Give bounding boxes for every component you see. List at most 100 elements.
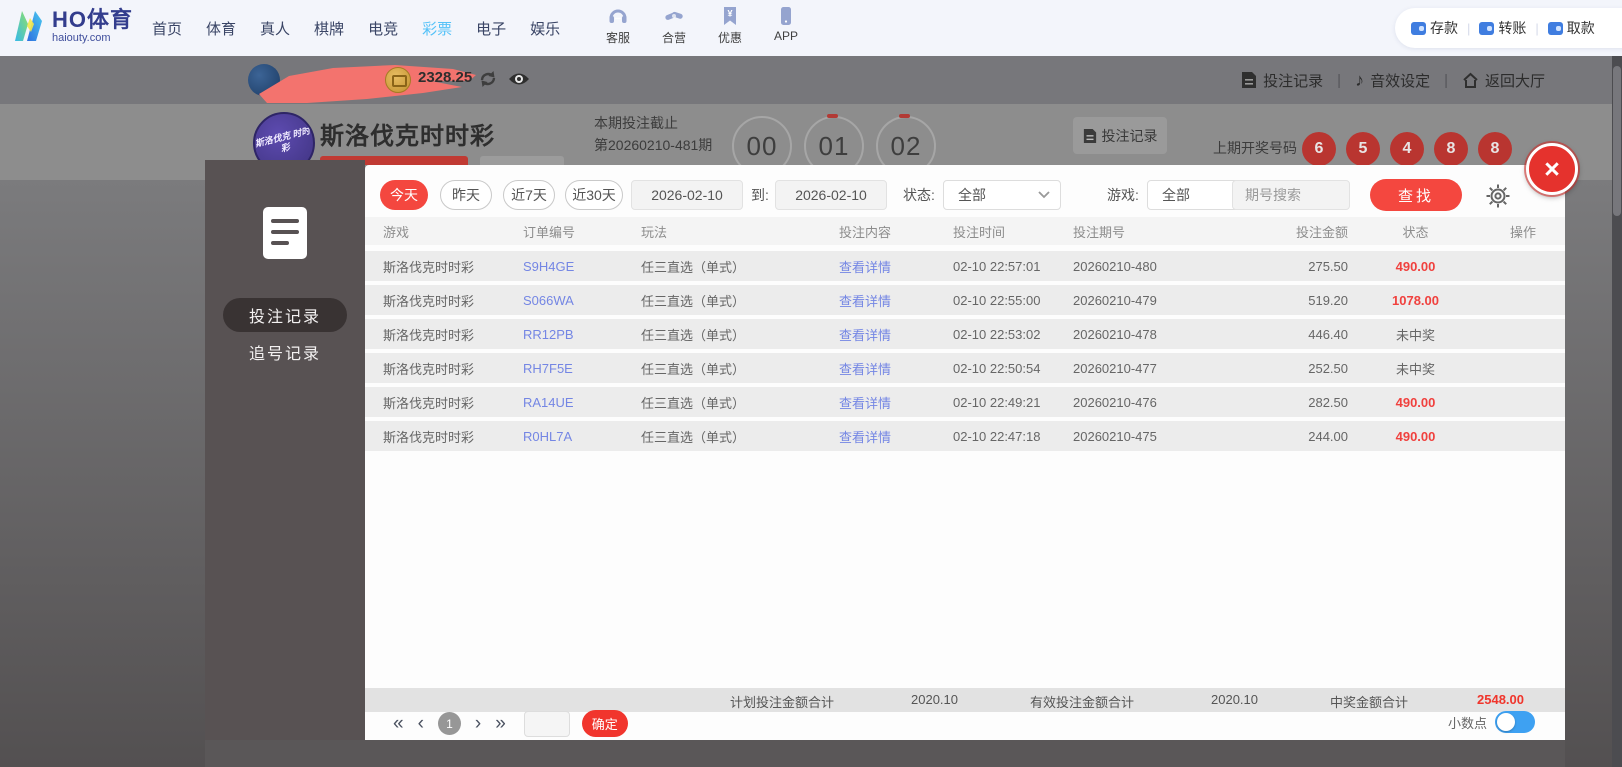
home-icon [1463,72,1478,88]
order-id-link[interactable]: S9H4GE [523,259,641,274]
nav-item-cards[interactable]: 棋牌 [314,18,344,39]
close-icon: × [1544,153,1560,184]
quick-item-promo[interactable]: ¥ 优惠 [708,5,752,46]
range-7days-button[interactable]: 近7天 [503,180,555,210]
withdraw-button[interactable]: 取款 [1547,18,1595,38]
order-id-link[interactable]: S066WA [523,293,641,308]
nav-item-lottery[interactable]: 彩票 [422,18,452,39]
draw-ball: 6 [1302,132,1336,166]
cell-game: 斯洛伐克时时彩 [383,361,475,377]
site-logo[interactable]: HO体育 haiouty.com [10,8,133,44]
order-id-link[interactable]: RH7F5E [523,361,641,376]
cell-period: 20260210-477 [1073,360,1157,376]
close-modal-button[interactable]: × [1526,143,1578,195]
user-bar: 2328.25 投注记录 | ♪ 音效设定 | 返回大厅 [0,56,1622,104]
gear-icon[interactable] [1485,183,1511,209]
table-row: 斯洛伐克时时彩 RR12PB 任三直选（单式） 查看详情 02-10 22:53… [365,319,1565,349]
back-to-lobby-link[interactable]: 返回大厅 [1462,70,1545,91]
cell-time: 02-10 22:57:01 [953,258,1041,274]
win-total-value: 2548.00 [1477,692,1524,707]
draw-ball: 4 [1390,132,1424,166]
scrollbar-thumb[interactable] [1613,66,1621,216]
cell-status: 未中奖 [1395,361,1435,377]
order-id-link[interactable]: RR12PB [523,327,641,342]
quick-label: 优惠 [717,31,742,45]
toggle-knob [1497,713,1515,731]
quick-item-service[interactable]: 客服 [596,5,640,46]
cell-period: 20260210-479 [1073,292,1157,308]
first-page-button[interactable]: « [393,714,404,733]
cell-period: 20260210-475 [1073,428,1157,444]
view-details-link[interactable]: 查看详情 [839,393,953,412]
top-navbar: HO体育 haiouty.com 首页 体育 真人 棋牌 电竞 彩票 电子 娱乐… [0,0,1622,56]
cell-period: 20260210-480 [1073,258,1157,274]
nav-item-live[interactable]: 真人 [260,18,290,39]
view-details-link[interactable]: 查看详情 [839,257,953,276]
nav-item-home[interactable]: 首页 [152,18,182,39]
eye-icon[interactable] [508,71,530,87]
quick-label: 合营 [661,31,686,45]
draw-ball: 8 [1478,132,1512,166]
divider: | [1444,71,1448,89]
transfer-button[interactable]: 转账 [1479,18,1526,38]
prev-page-button[interactable]: ‹ [418,714,424,733]
status-select[interactable]: 全部 [943,180,1061,210]
logo-icon [15,11,42,41]
sidebar-item-chase-records[interactable]: 追号记录 [223,335,347,369]
decimal-toggle[interactable] [1495,711,1535,733]
cell-time: 02-10 22:53:02 [953,326,1041,342]
period-search-input[interactable] [1232,180,1350,210]
nav-item-entertainment[interactable]: 娱乐 [530,18,560,39]
search-button[interactable]: 查找 [1370,179,1462,211]
quick-item-partner[interactable]: 合营 [652,5,696,46]
last-page-button[interactable]: » [495,714,506,733]
next-page-button[interactable]: › [475,714,481,733]
nav-item-sports[interactable]: 体育 [206,18,236,39]
divider: | [1337,71,1342,89]
view-details-link[interactable]: 查看详情 [839,359,953,378]
current-page-indicator[interactable]: 1 [437,712,461,735]
order-id-link[interactable]: RA14UE [523,395,641,410]
cell-game: 斯洛伐克时时彩 [383,327,475,343]
page-jump-input[interactable] [523,710,570,737]
records-sidebar: 投注记录 追号记录 [205,160,365,740]
game-title: 斯洛伐克时时彩 [320,123,495,150]
music-note-icon: ♪ [1355,70,1365,90]
range-today-button[interactable]: 今天 [380,180,428,210]
sound-settings-link[interactable]: ♪ 音效设定 [1355,70,1430,91]
col-time: 投注时间 [953,224,1006,240]
logo-domain: haiouty.com [52,31,111,44]
quick-item-app[interactable]: APP [764,5,808,46]
game-label: 游戏: [1107,187,1139,203]
range-yesterday-button[interactable]: 昨天 [440,180,492,210]
records-document-icon [263,207,307,259]
withdraw-icon [1547,21,1563,35]
view-details-link[interactable]: 查看详情 [839,291,953,310]
cell-status: 未中奖 [1395,327,1435,343]
nav-item-slots[interactable]: 电子 [476,18,506,39]
decimal-toggle-label: 小数点 [1447,715,1487,731]
table-row: 斯洛伐克时时彩 RH7F5E 任三直选（单式） 查看详情 02-10 22:50… [365,353,1565,383]
date-to-input[interactable] [775,180,887,210]
page-jump-confirm-button[interactable]: 确定 [581,710,628,737]
date-from-input[interactable] [631,180,743,210]
view-details-link[interactable]: 查看详情 [839,325,953,344]
overlay-dim-left [0,180,205,767]
nav-item-esports[interactable]: 电竞 [368,18,398,39]
cell-status: 490.00 [1395,428,1436,444]
sidebar-item-bet-records[interactable]: 投注记录 [223,298,347,332]
document-icon [1242,72,1257,88]
range-30days-button[interactable]: 近30天 [565,180,623,210]
deadline-label: 本期投注截止 [594,115,678,131]
page-scrollbar[interactable] [1612,56,1622,767]
back-to-lobby-label: 返回大厅 [1484,72,1545,90]
view-details-link[interactable]: 查看详情 [839,427,953,446]
cell-time: 02-10 22:50:54 [953,360,1041,376]
status-label: 状态: [903,187,935,203]
refresh-icon[interactable] [478,69,498,89]
bet-record-button[interactable]: 投注记录 [1073,117,1167,154]
order-id-link[interactable]: R0HL7A [523,429,641,444]
bet-records-link[interactable]: 投注记录 [1241,70,1323,91]
last-draw-numbers: 6 5 4 8 8 [1302,132,1512,166]
deposit-button[interactable]: 存款 [1411,18,1458,38]
